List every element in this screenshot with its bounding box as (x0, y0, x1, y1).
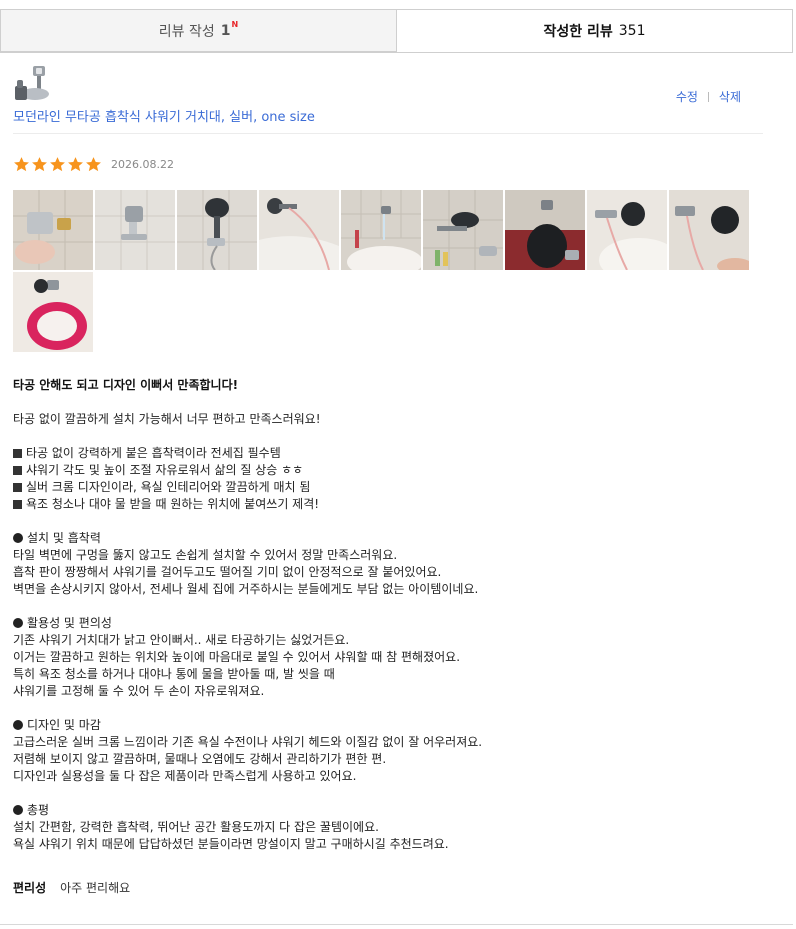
section-title: 설치 및 흡착력 (13, 530, 773, 547)
review-photo[interactable] (505, 190, 585, 270)
delete-button[interactable]: 삭제 (719, 88, 741, 105)
section-line: 특히 욕조 청소를 하거나 대야나 통에 물을 받아둘 때, 발 씻을 때 (13, 667, 335, 681)
circle-bullet-icon (13, 805, 23, 815)
section-line: 고급스러운 실버 크롬 느낌이라 기존 욕실 수전이나 샤워기 헤드와 이질감 … (13, 735, 483, 749)
section-line: 욕실 샤워기 위치 때문에 답답하셨던 분들이라면 망설이지 말고 구매하시길 … (13, 837, 449, 851)
review-photo[interactable] (669, 190, 749, 270)
section-line: 흡착 판이 짱짱해서 샤워기를 걸어두고도 떨어질 기미 없이 안정적으로 잘 … (13, 565, 442, 579)
section-title: 디자인 및 마감 (13, 717, 773, 734)
review-photo[interactable] (341, 190, 421, 270)
square-bullet-icon (13, 466, 22, 475)
section-title: 활용성 및 편의성 (13, 615, 773, 632)
circle-bullet-icon (13, 720, 23, 730)
review-tabs: 리뷰 작성 1 N 작성한 리뷰 351 (0, 9, 793, 53)
review-highlights: 타공 없이 강력하게 붙은 흡착력이라 전세집 필수템 샤워기 각도 및 높이 조… (13, 445, 773, 513)
review-date: 2026.08.22 (111, 158, 174, 171)
star-icon (32, 157, 47, 172)
review-headline: 타공 안해도 되고 디자인 이뻐서 만족합니다! (13, 378, 239, 392)
review-rating: 2026.08.22 (13, 156, 174, 173)
review-photo[interactable] (259, 190, 339, 270)
product-info: 모던라인 무타공 흡착식 샤워기 거치대, 실버, one size 수정 삭제 (13, 64, 763, 134)
survey-question: 편리성 (13, 881, 47, 895)
section-line: 설치 간편함, 강력한 흡착력, 뛰어난 공간 활용도까지 다 잡은 꿀템이에요… (13, 820, 379, 834)
highlight-item: 실버 크롬 디자인이라, 욕실 인테리어와 깔끔하게 매치 됨 (13, 479, 773, 496)
star-icon (50, 157, 65, 172)
review-actions: 수정 삭제 (676, 88, 741, 105)
product-thumbnail[interactable] (13, 64, 53, 104)
circle-bullet-icon (13, 618, 23, 628)
tab-write-review-count: 1 (220, 22, 231, 39)
section-line: 샤워기를 고정해 둘 수 있어 두 손이 자유로워져요. (13, 684, 265, 698)
review-body: 타공 안해도 되고 디자인 이뻐서 만족합니다! 타공 없이 깔끔하게 설치 가… (13, 377, 773, 853)
highlight-item: 타공 없이 강력하게 붙은 흡착력이라 전세집 필수템 (13, 445, 773, 462)
edit-button[interactable]: 수정 (676, 88, 698, 105)
square-bullet-icon (13, 483, 22, 492)
review-photo[interactable] (177, 190, 257, 270)
survey-answer: 아주 편리해요 (60, 881, 131, 895)
circle-bullet-icon (13, 533, 23, 543)
tab-written-reviews-count: 351 (618, 23, 646, 39)
review-photo[interactable] (95, 190, 175, 270)
highlight-item: 욕조 청소나 대야 물 받을 때 원하는 위치에 붙여쓰기 제격! (13, 496, 773, 513)
section-line: 이거는 깔끔하고 원하는 위치와 높이에 마음대로 붙일 수 있어서 샤워할 때… (13, 650, 461, 664)
star-icon (86, 157, 101, 172)
new-badge: N (231, 20, 239, 29)
section-line: 기존 샤워기 거치대가 낡고 안이뻐서.. 새로 타공하기는 싫었거든요. (13, 633, 350, 647)
section-line: 저렴해 보이지 않고 깔끔하며, 물때나 오염에도 강해서 관리하기가 편한 편… (13, 752, 387, 766)
review-photo[interactable] (13, 272, 93, 352)
star-rating (13, 156, 103, 173)
tab-write-review[interactable]: 리뷰 작성 1 N (1, 10, 397, 52)
review-photo[interactable] (13, 190, 93, 270)
square-bullet-icon (13, 449, 22, 458)
tab-write-review-label: 리뷰 작성 (158, 23, 215, 40)
review-survey: 편리성 아주 편리해요 (13, 879, 130, 896)
review-photo[interactable] (587, 190, 667, 270)
tab-written-reviews-label: 작성한 리뷰 (543, 24, 613, 40)
divider (0, 924, 793, 925)
section-title: 총평 (13, 802, 773, 819)
review-intro: 타공 없이 깔끔하게 설치 가능해서 너무 편하고 만족스러워요! (13, 412, 321, 426)
square-bullet-icon (13, 500, 22, 509)
action-divider (707, 91, 709, 102)
product-name-link[interactable]: 모던라인 무타공 흡착식 샤워기 거치대, 실버, one size (13, 106, 315, 125)
star-icon (68, 157, 83, 172)
highlight-item: 샤워기 각도 및 높이 조절 자유로워서 삶의 질 상승 ㅎㅎ (13, 462, 773, 479)
section-line: 벽면을 손상시키지 않아서, 전세나 월세 집에 거주하시는 분들에게도 부담 … (13, 582, 479, 596)
star-icon (14, 157, 29, 172)
review-photo[interactable] (423, 190, 503, 270)
tab-written-reviews[interactable]: 작성한 리뷰 351 (397, 10, 792, 52)
section-line: 디자인과 실용성을 둘 다 잡은 제품이라 만족스럽게 사용하고 있어요. (13, 769, 357, 783)
review-sections: 설치 및 흡착력 타일 벽면에 구멍을 뚫지 않고도 손쉽게 설치할 수 있어서 … (13, 513, 773, 853)
section-line: 타일 벽면에 구멍을 뚫지 않고도 손쉽게 설치할 수 있어서 정말 만족스러워… (13, 548, 398, 562)
